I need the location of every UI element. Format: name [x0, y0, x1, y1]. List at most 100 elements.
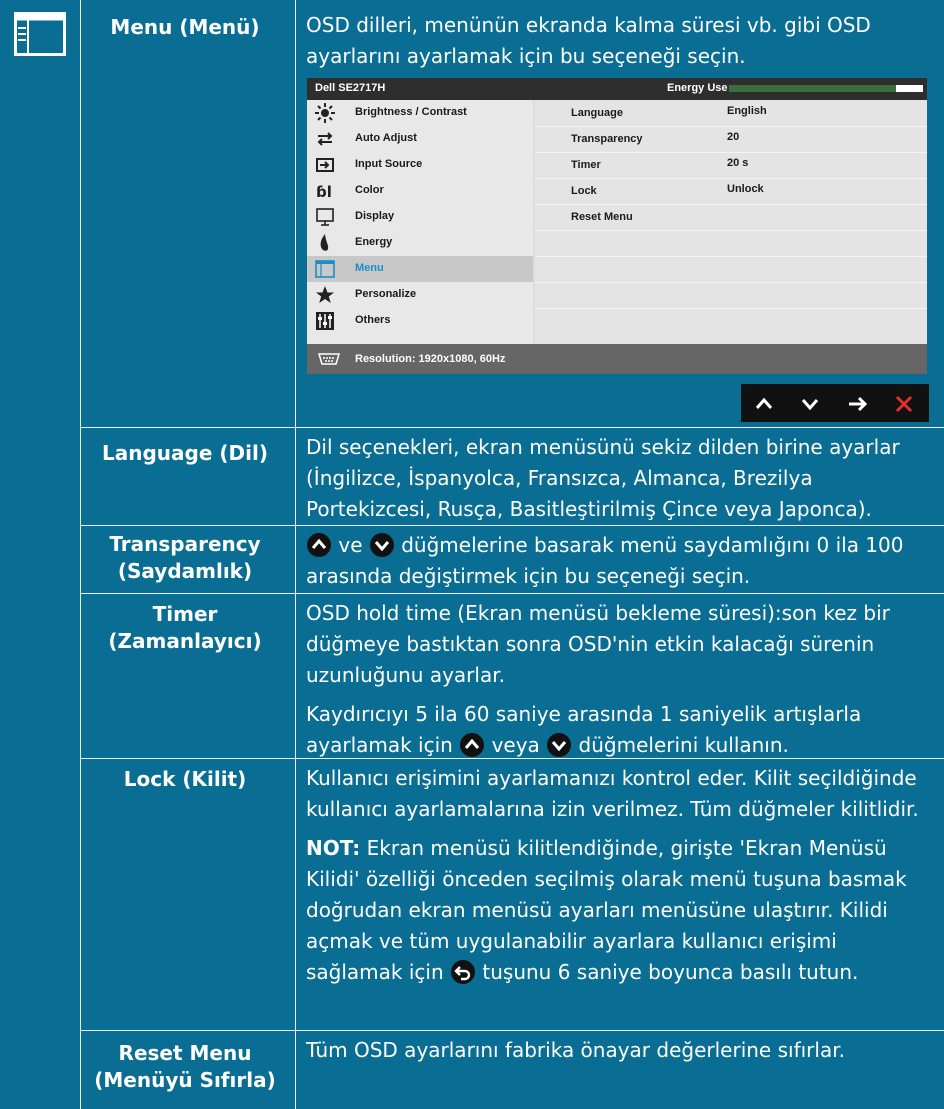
row-text-lock: Kullanıcı erişimini ayarlamanızı kontrol… [306, 763, 926, 988]
osd-menu-item-brightness[interactable]: Brightness / Contrast [307, 100, 533, 126]
osd-footer: Resolution: 1920x1080, 60Hz [307, 344, 927, 374]
star-icon [316, 286, 334, 303]
osd-menu-item-auto-adjust[interactable]: Auto Adjust [307, 126, 533, 152]
osd-empty-row [535, 308, 927, 334]
paragraph: Kaydırıcıyı 5 ila 60 saniye arasında 1 s… [306, 699, 926, 761]
paragraph: OSD hold time (Ekran menüsü bekleme süre… [306, 601, 890, 687]
osd-setting-value: Unlock [727, 183, 764, 195]
menu-icon [14, 12, 66, 56]
row-text-language: Dil seçenekleri, ekran menüsünü sekiz di… [306, 435, 900, 521]
row-label-reset-menu: Reset Menu (Menüyü Sıfırla) [82, 1040, 288, 1094]
vga-connector-icon [317, 353, 341, 365]
manual-page: Menu (Menü) OSD dilleri, menünün ekranda… [0, 0, 944, 1109]
osd-menu-label: Others [355, 314, 391, 326]
osd-menu-item-energy[interactable]: Energy [307, 230, 533, 256]
input-source-icon [316, 158, 334, 172]
row-label-line: (Zamanlayıcı) [108, 629, 262, 653]
row-label-lock: Lock (Kilit) [123, 767, 247, 791]
right-arrow-icon[interactable] [845, 391, 871, 417]
osd-setting-name: Language [571, 107, 623, 119]
osd-header: Dell SE2717H Energy Use [307, 78, 927, 100]
osd-menu-label: Display [355, 210, 395, 222]
paragraph: Kullanıcı erişimini ayarlamanızı kontrol… [306, 766, 919, 821]
osd-model-name: Dell SE2717H [315, 82, 386, 94]
osd-setting-value: 20 [727, 131, 740, 143]
osd-setting-name: Lock [571, 185, 597, 197]
osd-main-menu: Brightness / Contrast Auto Adjust Input … [307, 100, 533, 344]
text-fragment: düğmelerine basarak menü saydamlığını 0 … [306, 533, 904, 588]
osd-menu-label: Input Source [355, 158, 423, 170]
display-icon [316, 208, 334, 226]
row-divider [80, 593, 944, 594]
sun-icon [315, 103, 335, 123]
row-label-line: Reset Menu [118, 1041, 252, 1065]
osd-menu-item-color[interactable]: ɓl Color [307, 178, 533, 204]
osd-setting-lock[interactable]: Lock Unlock [535, 178, 927, 205]
row-text-menu: OSD dilleri, menünün ekranda kalma süres… [306, 13, 871, 68]
back-button-icon [451, 960, 476, 984]
row-text-transparency: ve düğmelerine basarak menü saydamlığını… [306, 530, 926, 592]
row-label-menu: Menu (Menü) [110, 15, 260, 39]
column-divider [295, 0, 296, 1109]
osd-setting-name: Timer [571, 159, 601, 171]
osd-menu-item-others[interactable]: Others [307, 308, 533, 334]
row-label-timer: Timer (Zamanlayıcı) [82, 601, 288, 655]
up-arrow-icon[interactable] [751, 391, 777, 417]
osd-setting-name: Transparency [571, 133, 643, 145]
osd-setting-transparency[interactable]: Transparency 20 [535, 126, 927, 153]
osd-menu-label: Brightness / Contrast [355, 106, 467, 118]
down-button-icon [547, 733, 572, 757]
row-divider [80, 525, 944, 526]
osd-resolution: Resolution: 1920x1080, 60Hz [355, 353, 506, 365]
column-divider [80, 0, 81, 1109]
row-label-transparency: Transparency (Saydamlık) [82, 531, 288, 585]
osd-submenu: Language English Transparency 20 Timer 20 s… [535, 100, 927, 344]
osd-setting-reset-menu[interactable]: Reset Menu [535, 204, 927, 231]
osd-setting-value: 20 s [727, 157, 749, 169]
osd-screenshot: Dell SE2717H Energy Use Brightness / Con… [307, 78, 927, 374]
energy-use-fill [729, 85, 896, 92]
up-button-icon [307, 533, 331, 557]
text-fragment: düğmelerini kullanın. [578, 733, 789, 757]
down-button-icon [369, 533, 394, 557]
osd-setting-timer[interactable]: Timer 20 s [535, 152, 927, 179]
osd-menu-item-input-source[interactable]: Input Source [307, 152, 533, 178]
osd-setting-value: English [727, 105, 767, 117]
osd-menu-item-personalize[interactable]: Personalize [307, 282, 533, 308]
row-label-line: (Menüyü Sıfırla) [94, 1068, 276, 1092]
osd-empty-row [535, 256, 927, 283]
text-fragment: tuşunu 6 saniye boyunca basılı tutun. [482, 960, 859, 984]
row-divider [80, 427, 944, 428]
auto-adjust-icon [317, 132, 333, 146]
osd-menu-label: Color [355, 184, 384, 196]
text-fragment: veya [491, 733, 540, 757]
osd-menu-label: Auto Adjust [355, 132, 417, 144]
osd-setting-name: Reset Menu [571, 211, 633, 223]
osd-menu-item-menu[interactable]: Menu [307, 256, 533, 282]
color-icon: ɓl [316, 183, 332, 201]
text-fragment: ve [338, 533, 363, 557]
osd-menu-label: Personalize [355, 288, 417, 300]
note-paragraph: NOT: Ekran menüsü kilitlendiğinde, giriş… [306, 833, 926, 988]
osd-empty-row [535, 230, 927, 257]
row-text-reset-menu: Tüm OSD ayarlarını fabrika önayar değerl… [306, 1038, 845, 1062]
up-button-icon [460, 733, 485, 757]
osd-menu-label: Energy [355, 236, 393, 248]
osd-energy-label: Energy Use [667, 82, 728, 94]
down-arrow-icon[interactable] [797, 391, 823, 417]
osd-nav-bar [741, 384, 929, 422]
svg-text:ɓl: ɓl [316, 183, 332, 201]
others-icon [316, 312, 334, 330]
energy-use-bar [729, 85, 923, 92]
energy-icon [320, 234, 329, 251]
close-icon[interactable] [891, 391, 917, 417]
menu-icon [315, 260, 335, 278]
row-divider [80, 1030, 944, 1031]
osd-menu-item-display[interactable]: Display [307, 204, 533, 230]
osd-setting-language[interactable]: Language English [535, 100, 927, 127]
note-label: NOT: [306, 836, 361, 860]
row-label-language: Language (Dil) [102, 441, 268, 465]
osd-menu-label: Menu [355, 262, 384, 274]
osd-empty-row [535, 282, 927, 309]
row-text-timer: OSD hold time (Ekran menüsü bekleme süre… [306, 598, 926, 761]
